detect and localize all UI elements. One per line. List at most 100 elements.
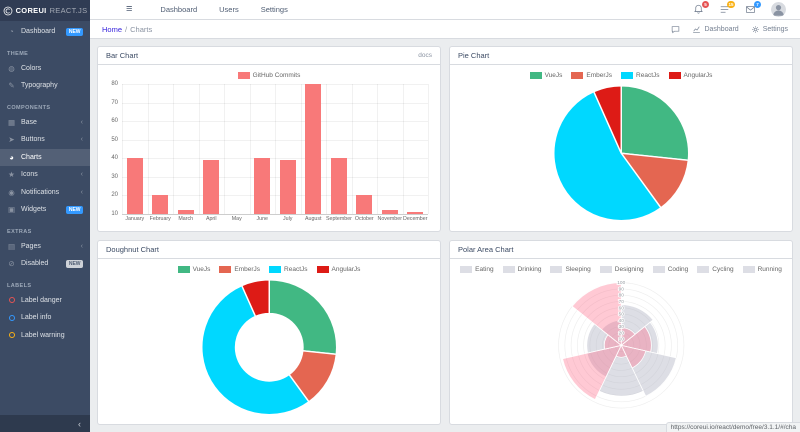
top-header: ≡ Dashboard Users Settings 5 15 7 — [90, 0, 800, 20]
doughnut-chart-canvas[interactable] — [106, 276, 432, 419]
legend-item[interactable]: GitHub Commits — [238, 72, 301, 79]
svg-text:30: 30 — [618, 324, 624, 330]
svg-text:40: 40 — [618, 317, 624, 323]
docs-link[interactable]: docs — [418, 52, 432, 59]
header-nav-settings[interactable]: Settings — [261, 5, 288, 14]
x-tick-label: May — [224, 217, 250, 222]
legend-label: Coding — [668, 266, 689, 273]
legend-swatch — [571, 72, 583, 79]
subheader-action-dashboard[interactable]: Dashboard — [692, 25, 738, 34]
sidebar-item-colors[interactable]: ◍Colors — [0, 60, 90, 78]
header-nav-dashboard[interactable]: Dashboard — [160, 5, 197, 14]
breadcrumb-home-link[interactable]: Home — [102, 25, 122, 34]
sidebar-minimizer[interactable]: ‹ — [0, 415, 90, 432]
sidebar-item-base[interactable]: ▦Base‹ — [0, 114, 90, 132]
card-polar-area-chart: Polar Area Chart EatingDrinkingSleepingD… — [449, 240, 793, 426]
circle-icon — [7, 332, 16, 338]
bar — [152, 195, 168, 214]
envelope-icon[interactable]: 7 — [745, 4, 756, 15]
legend-label: Cycling — [712, 266, 733, 273]
legend-item[interactable]: VueJs — [530, 72, 563, 79]
bar — [254, 158, 270, 214]
polar-chart-legend: Eating Drinking Sleeping Designing Coding Cyc… — [458, 263, 784, 276]
user-avatar[interactable] — [771, 2, 786, 17]
legend-item[interactable]: Cycling — [697, 266, 733, 273]
bar — [356, 195, 372, 214]
new-badge: NEW — [66, 28, 83, 36]
sidebar-item-disabled[interactable]: ⊘DisabledNEW — [0, 255, 90, 273]
notification-badge: 5 — [702, 1, 709, 8]
legend-item[interactable]: AngularJs — [669, 72, 713, 79]
legend-item[interactable]: Coding — [653, 266, 689, 273]
legend-swatch — [238, 72, 250, 79]
content: Bar Chart docs GitHub Commits 1020304050… — [90, 39, 800, 432]
circle-icon — [7, 297, 16, 303]
notification-badge: 15 — [727, 1, 735, 8]
card-pie-chart: Pie Chart VueJsEmberJsReactJsAngularJs — [449, 46, 793, 232]
sidebar-section-title: THEME — [0, 41, 90, 60]
sidebar-item-notifications[interactable]: ◉Notifications‹ — [0, 184, 90, 202]
legend-item[interactable]: EmberJs — [219, 266, 260, 273]
sidebar-toggler[interactable]: ≡ — [126, 4, 132, 15]
legend-label: AngularJs — [684, 72, 713, 79]
sidebar-item-typography[interactable]: ✎Typography — [0, 77, 90, 95]
sidebar-item-label-warning[interactable]: Label warning — [0, 327, 90, 345]
sidebar-item-label: Disabled — [21, 260, 48, 267]
polar-chart-card-body: Eating Drinking Sleeping Designing Coding Cyc… — [450, 259, 792, 425]
legend-label: VueJs — [545, 72, 563, 79]
sidebar-brand[interactable]: COREUI REACT.JS — [0, 0, 90, 21]
browser-status-url: https://coreui.io/react/demo/free/3.1.1/… — [666, 422, 800, 432]
legend-item[interactable]: Running — [743, 266, 782, 273]
legend-item[interactable]: Sleeping — [550, 266, 590, 273]
pie-chart-legend: VueJs EmberJs ReactJs AngularJs — [458, 69, 784, 82]
legend-item[interactable]: AngularJs — [317, 266, 361, 273]
sidebar-item-icons[interactable]: ★Icons‹ — [0, 166, 90, 184]
sidebar: COREUI REACT.JS ◔DashboardNEWTHEME◍Color… — [0, 0, 90, 432]
header-nav-users[interactable]: Users — [219, 5, 239, 14]
legend-item[interactable]: EmberJs — [571, 72, 612, 79]
legend-label: AngularJs — [332, 266, 361, 273]
subheader-action-label: Settings — [763, 26, 788, 33]
chevron-icon: ‹ — [81, 171, 83, 178]
x-tick-label: June — [250, 217, 276, 222]
sidebar-item-label: Buttons — [21, 136, 45, 143]
svg-text:90: 90 — [618, 286, 624, 292]
polar-chart-canvas[interactable]: 102030405060708090100 — [458, 276, 784, 419]
ban-icon: ⊘ — [7, 259, 16, 268]
subheader-action-chat[interactable] — [671, 25, 680, 34]
bar — [127, 158, 143, 214]
doughnut-chart-card-header: Doughnut Chart — [98, 241, 440, 259]
legend-item[interactable]: Drinking — [503, 266, 542, 273]
app-root: COREUI REACT.JS ◔DashboardNEWTHEME◍Color… — [0, 0, 800, 432]
bell-icon[interactable]: 5 — [693, 4, 704, 15]
main-area: ≡ DashboardUsersSettings 5157 Home / Cha… — [90, 0, 800, 432]
list-icon[interactable]: 15 — [719, 4, 730, 15]
sidebar-item-widgets[interactable]: ▣WidgetsNEW — [0, 201, 90, 219]
legend-item[interactable]: ReactJs — [621, 72, 659, 79]
legend-item[interactable]: ReactJs — [269, 266, 307, 273]
sidebar-item-charts[interactable]: ◕Charts — [0, 149, 90, 167]
sidebar-item-label-danger[interactable]: Label danger — [0, 292, 90, 310]
sidebar-item-label-info[interactable]: Label info — [0, 309, 90, 327]
sidebar-item-dashboard[interactable]: ◔DashboardNEW — [0, 23, 90, 41]
legend-swatch — [460, 266, 472, 273]
pie-chart-canvas[interactable] — [458, 82, 784, 225]
legend-item[interactable]: Designing — [600, 266, 644, 273]
doughnut-chart-legend: VueJs EmberJs ReactJs AngularJs — [106, 263, 432, 276]
svg-text:80: 80 — [618, 292, 624, 298]
legend-label: ReactJs — [284, 266, 307, 273]
svg-text:50: 50 — [618, 311, 624, 317]
legend-label: EmberJs — [586, 72, 612, 79]
card-title: Bar Chart — [106, 51, 138, 60]
legend-item[interactable]: Eating — [460, 266, 493, 273]
bar — [305, 84, 321, 214]
legend-item[interactable]: VueJs — [178, 266, 211, 273]
legend-swatch — [530, 72, 542, 79]
bar-chart-canvas[interactable]: 1020304050607080JanuaryFebruaryMarchApri… — [106, 84, 428, 225]
sidebar-item-pages[interactable]: ▤Pages‹ — [0, 238, 90, 256]
hamburger-icon: ≡ — [126, 3, 132, 15]
sidebar-item-buttons[interactable]: ➤Buttons‹ — [0, 131, 90, 149]
bar — [382, 210, 398, 214]
bar-chart-legend: GitHub Commits — [106, 69, 432, 82]
subheader-action-settings[interactable]: Settings — [751, 25, 788, 34]
